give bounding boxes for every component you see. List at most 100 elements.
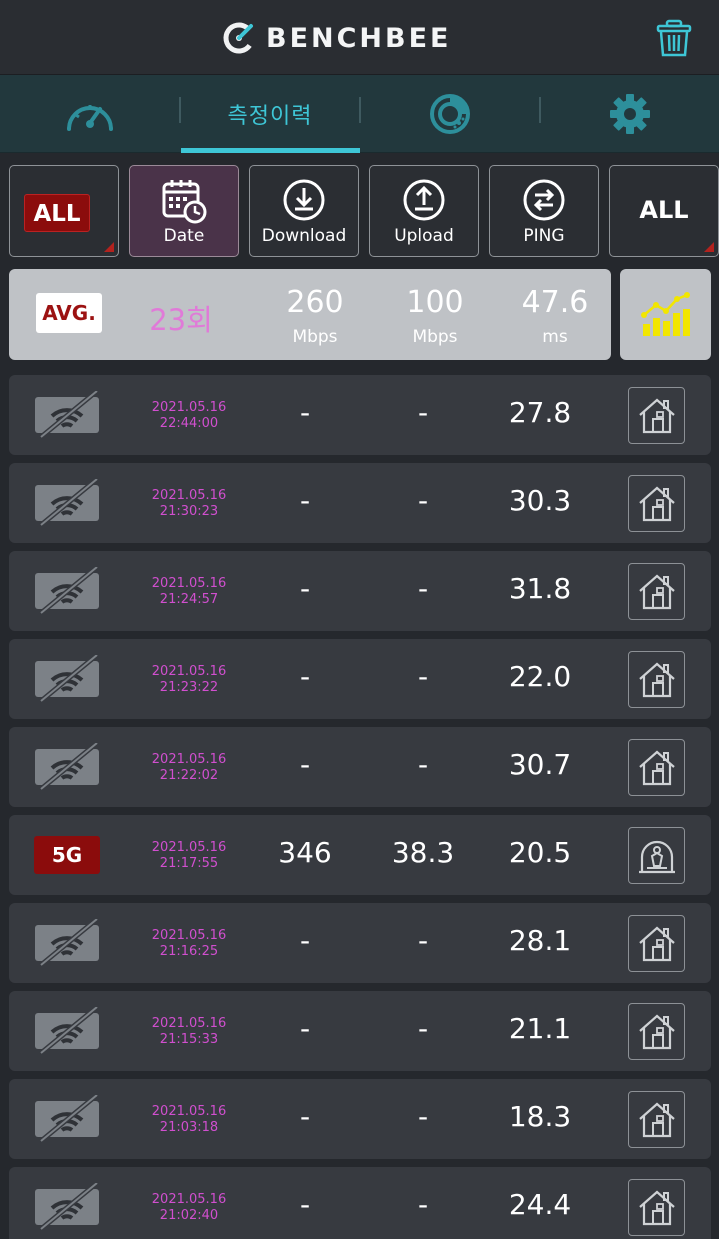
record-timestamp: 2021.05.16 21:16:25 [143, 928, 235, 960]
sort-download-button[interactable]: Download [249, 165, 359, 257]
record-timestamp: 2021.05.16 21:15:33 [143, 1016, 235, 1048]
record-place-button[interactable] [628, 1179, 685, 1236]
home-place-icon [639, 1014, 675, 1050]
home-place-icon [639, 398, 675, 434]
record-download: - [299, 1012, 311, 1045]
dropdown-corner-icon [104, 242, 114, 252]
wifi-off-icon [35, 1095, 99, 1143]
download-icon [283, 179, 325, 221]
record-date: 2021.05.16 [151, 840, 227, 855]
record-ping: 27.8 [508, 396, 572, 429]
record-date: 2021.05.16 [151, 1016, 227, 1031]
record-ping: 21.1 [508, 1012, 572, 1045]
record-upload: - [417, 748, 429, 781]
speed-gauge-logo-icon [223, 22, 255, 54]
network-filter-button[interactable]: ALL [9, 165, 119, 257]
home-place-icon [639, 1190, 675, 1226]
record-row[interactable]: 2021.05.16 21:24:57 - - 31.8 [9, 551, 711, 631]
record-download: - [299, 572, 311, 605]
network-filter-label: ALL [24, 194, 90, 232]
tab-speed-test[interactable] [0, 75, 180, 153]
record-timestamp: 2021.05.16 21:22:02 [143, 752, 235, 784]
record-place-button[interactable] [628, 915, 685, 972]
record-time: 21:22:02 [159, 768, 219, 783]
record-timestamp: 2021.05.16 21:30:23 [143, 488, 235, 520]
record-place-button[interactable] [628, 739, 685, 796]
chart-view-button[interactable] [620, 269, 711, 360]
other-place-icon [639, 840, 675, 874]
record-date: 2021.05.16 [151, 576, 227, 591]
record-upload: - [417, 396, 429, 429]
wifi-off-icon [35, 1183, 99, 1231]
record-upload: - [417, 924, 429, 957]
main-tabs: 측정이력 [0, 75, 719, 153]
record-row[interactable]: 2021.05.16 21:02:40 - - 24.4 [9, 1167, 711, 1239]
record-download: - [299, 1100, 311, 1133]
swap-arrows-icon [523, 179, 565, 221]
active-tab-indicator [181, 148, 360, 153]
trash-icon[interactable] [654, 18, 694, 58]
sort-ping-button[interactable]: PING [489, 165, 599, 257]
record-place-button[interactable] [628, 651, 685, 708]
record-date: 2021.05.16 [151, 1104, 227, 1119]
home-place-icon [639, 1102, 675, 1138]
tab-statistics[interactable] [360, 75, 540, 153]
record-row[interactable]: 2021.05.16 21:22:02 - - 30.7 [9, 727, 711, 807]
wifi-off-icon [35, 743, 99, 791]
wifi-off-icon [35, 391, 99, 439]
record-place-button[interactable] [628, 1003, 685, 1060]
record-date: 2021.05.16 [151, 400, 227, 415]
record-place-button[interactable] [628, 387, 685, 444]
record-ping: 24.4 [508, 1188, 572, 1221]
record-row[interactable]: 2021.05.16 21:30:23 - - 30.3 [9, 463, 711, 543]
tab-history[interactable]: 측정이력 [180, 75, 360, 153]
speedometer-icon [67, 105, 113, 131]
brand-name: BENCHBEE [266, 22, 452, 54]
average-summary: AVG. 23회 260 Mbps 100 Mbps 47.6 ms [9, 269, 611, 360]
record-row[interactable]: 2021.05.16 21:16:25 - - 28.1 [9, 903, 711, 983]
record-time: 21:15:33 [159, 1032, 219, 1047]
record-ping: 30.3 [508, 484, 572, 517]
record-row[interactable]: 2021.05.16 22:44:00 - - 27.8 [9, 375, 711, 455]
average-ping-unit: ms [542, 327, 568, 347]
record-place-button[interactable] [628, 827, 685, 884]
wifi-off-icon [35, 567, 99, 615]
record-timestamp: 2021.05.16 22:44:00 [143, 400, 235, 432]
record-time: 21:30:23 [159, 504, 219, 519]
sort-upload-button[interactable]: Upload [369, 165, 479, 257]
average-download-unit: Mbps [292, 327, 338, 347]
record-row[interactable]: 2021.05.16 21:23:22 - - 22.0 [9, 639, 711, 719]
sort-date-button[interactable]: Date [129, 165, 239, 257]
record-upload: 38.3 [391, 836, 455, 869]
home-place-icon [639, 486, 675, 522]
record-place-button[interactable] [628, 475, 685, 532]
record-timestamp: 2021.05.16 21:24:57 [143, 576, 235, 608]
record-place-button[interactable] [628, 1091, 685, 1148]
record-upload: - [417, 484, 429, 517]
sort-ping-label: PING [523, 226, 565, 246]
record-place-button[interactable] [628, 563, 685, 620]
wifi-off-icon [35, 1007, 99, 1055]
record-ping: 18.3 [508, 1100, 572, 1133]
record-upload: - [417, 660, 429, 693]
record-date: 2021.05.16 [151, 664, 227, 679]
home-place-icon [639, 750, 675, 786]
record-download: 346 [278, 836, 332, 869]
calendar-clock-icon [162, 180, 207, 224]
bar-line-chart-icon [641, 292, 690, 336]
home-place-icon [639, 574, 675, 610]
record-download: - [299, 660, 311, 693]
record-row[interactable]: 2021.05.16 21:03:18 - - 18.3 [9, 1079, 711, 1159]
record-ping: 22.0 [508, 660, 572, 693]
record-date: 2021.05.16 [151, 488, 227, 503]
tab-settings[interactable] [540, 75, 719, 153]
gear-icon [610, 94, 650, 134]
record-upload: - [417, 572, 429, 605]
record-time: 21:03:18 [159, 1120, 219, 1135]
record-row[interactable]: 5G 2021.05.16 21:17:55 346 38.3 20.5 [9, 815, 711, 895]
record-download: - [299, 484, 311, 517]
record-row[interactable]: 2021.05.16 21:15:33 - - 21.1 [9, 991, 711, 1071]
home-place-icon [639, 926, 675, 962]
place-filter-button[interactable]: ALL [609, 165, 719, 257]
average-upload-unit: Mbps [412, 327, 458, 347]
